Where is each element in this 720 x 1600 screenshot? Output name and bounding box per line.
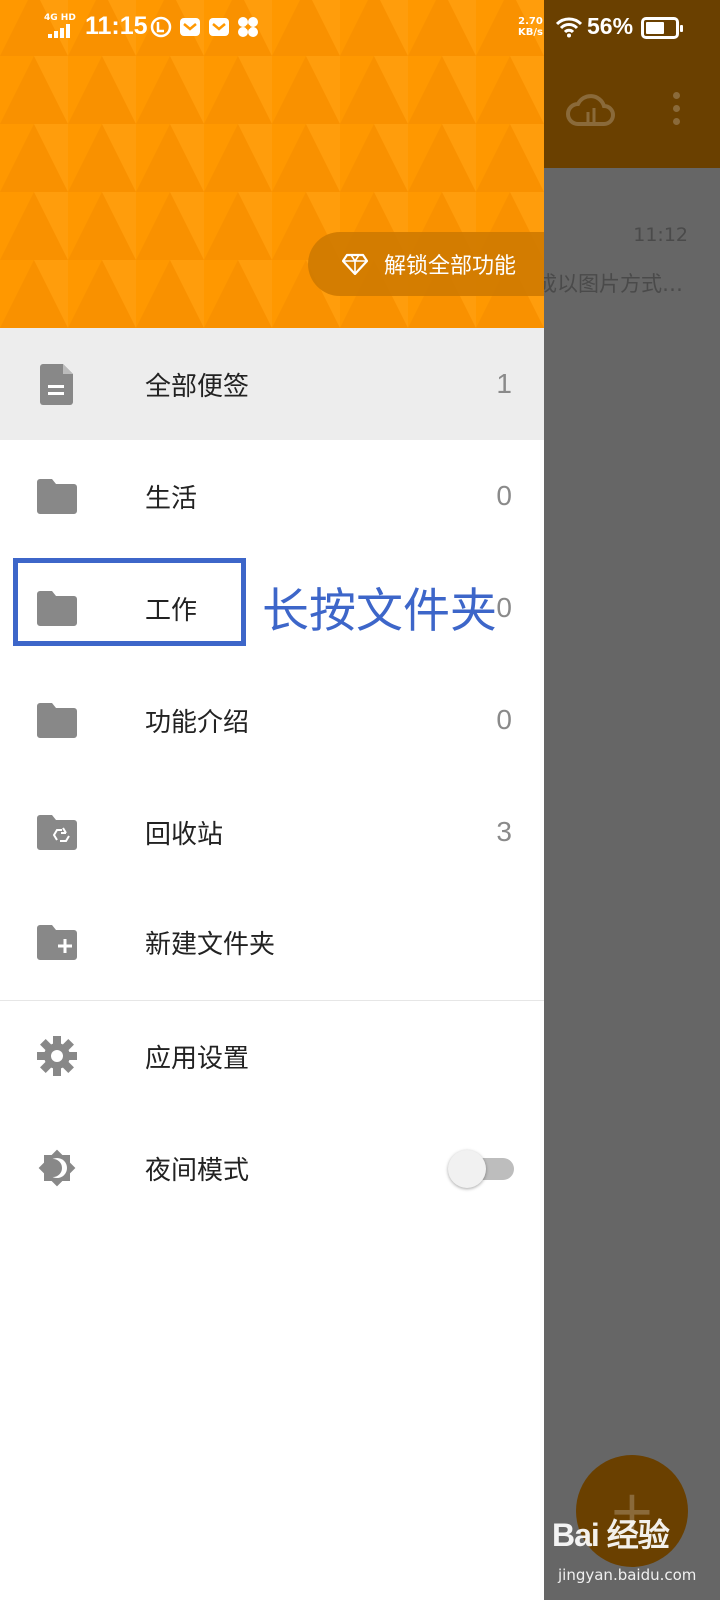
- menu-item-label: 功能介绍: [145, 707, 250, 738]
- diamond-icon: [342, 253, 368, 275]
- network-speed: 2.70 KB/s: [518, 16, 543, 38]
- menu-item-label: 全部便签: [145, 371, 250, 402]
- annotation-text: 长按文件夹: [262, 584, 497, 639]
- night-mode-icon: [38, 1149, 76, 1187]
- menu-item-label: 新建文件夹: [145, 929, 276, 960]
- battery-percent: 56%: [587, 13, 634, 39]
- menu-item-app-settings[interactable]: 应用设置: [0, 1000, 544, 1112]
- menu-item-count: 0: [496, 480, 512, 511]
- toggle-knob: [448, 1150, 486, 1188]
- menu-item-night-mode[interactable]: 夜间模式: [0, 1112, 544, 1224]
- network-type: 4G HD: [44, 13, 76, 23]
- menu-item-new-folder[interactable]: 新建文件夹: [0, 886, 544, 998]
- highlight-box: [13, 558, 246, 646]
- menu-item-label: 回收站: [145, 819, 224, 850]
- speed-value: 2.70: [518, 16, 543, 27]
- recycle-folder-icon: [37, 815, 77, 850]
- menu-item-count: 0: [496, 592, 512, 623]
- battery-icon: [641, 17, 683, 39]
- note-preview[interactable]: 成以图片方式…: [536, 268, 706, 298]
- menu-item-count: 0: [496, 704, 512, 735]
- folder-icon: [37, 703, 77, 738]
- menu-item-count: 1: [496, 368, 512, 399]
- note-icon: [40, 364, 73, 405]
- status-bar: 4G HD 11:15 2.70 KB/s 56%: [0, 0, 720, 56]
- more-options-icon[interactable]: [664, 92, 688, 132]
- wifi-icon: [556, 17, 582, 38]
- night-mode-toggle[interactable]: [448, 1148, 516, 1188]
- menu-item-life[interactable]: 生活 0: [0, 440, 544, 552]
- menu-item-recycle-bin[interactable]: 回收站 3: [0, 776, 544, 888]
- baidu-jingyan-watermark: Bai 经验 jingyan.baidu.com: [552, 1500, 712, 1596]
- menu-item-label: 夜间模式: [145, 1155, 250, 1186]
- menu-item-count: 3: [496, 816, 512, 847]
- unlock-label: 解锁全部功能: [384, 254, 517, 279]
- folder-icon: [37, 479, 77, 514]
- battery-level: [646, 22, 664, 34]
- notification-app-icon: [150, 16, 172, 38]
- speed-unit: KB/s: [518, 27, 543, 38]
- note-time: 11:12: [633, 224, 688, 246]
- mail-icon: [180, 18, 200, 36]
- menu-item-label: 应用设置: [145, 1043, 250, 1074]
- mail-icon: [209, 18, 229, 36]
- menu-item-all-notes[interactable]: 全部便签 1: [0, 328, 544, 440]
- unlock-all-features-button[interactable]: 解锁全部功能: [308, 232, 544, 296]
- navigation-drawer: 解锁全部功能 全部便签 1 生活 0 工作 0 功能介绍 0 回收站 3 新建文…: [0, 0, 544, 1600]
- add-folder-icon: [37, 925, 77, 960]
- clock: 11:15: [85, 12, 148, 40]
- watermark-url: jingyan.baidu.com: [558, 1566, 697, 1584]
- menu-item-feature-intro[interactable]: 功能介绍 0: [0, 664, 544, 776]
- menu-item-label: 生活: [145, 483, 198, 514]
- cloud-sync-icon[interactable]: [566, 90, 616, 130]
- watermark-logo: Bai 经验: [552, 1517, 670, 1553]
- gear-icon: [37, 1036, 77, 1076]
- signal-icon: [48, 24, 70, 38]
- pinwheel-app-icon: [238, 17, 258, 37]
